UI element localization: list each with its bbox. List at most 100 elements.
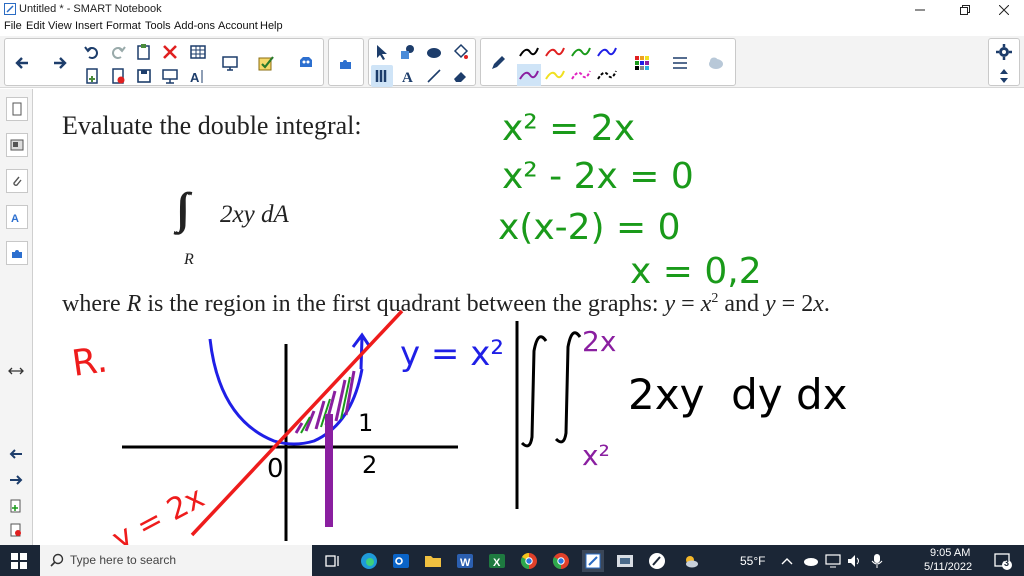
clock-time[interactable]: 9:05 AM (930, 547, 970, 559)
text-tool[interactable]: A (397, 65, 419, 87)
excel-app[interactable]: X (486, 550, 508, 572)
paperclip-icon (13, 176, 22, 186)
toolbar-group-addons (328, 38, 364, 86)
gallery-tab[interactable] (6, 133, 28, 157)
text-tool-button[interactable]: A (187, 65, 209, 87)
paste-button[interactable] (133, 41, 155, 63)
fill-tool[interactable] (423, 41, 445, 63)
chrome-icon (520, 552, 537, 570)
panel-resize-handle[interactable] (8, 364, 24, 378)
pen-blue[interactable] (595, 41, 619, 63)
curve-label-y-x2: y = x² (400, 334, 504, 374)
delete-page-button[interactable] (107, 65, 129, 87)
attachments-tab[interactable] (6, 169, 28, 193)
pen-tool[interactable] (371, 65, 393, 87)
double-arrow-icon (8, 367, 24, 375)
chevron-up-icon (781, 558, 793, 565)
pen-green[interactable] (569, 41, 593, 63)
menu-help[interactable]: Help (260, 20, 283, 32)
add-page-side-button[interactable] (8, 499, 24, 513)
task-view-button[interactable] (322, 550, 344, 572)
clock-date[interactable]: 5/11/2022 (924, 561, 972, 573)
network-button[interactable] (822, 550, 844, 572)
line-style-button[interactable] (669, 52, 691, 74)
menu-insert[interactable]: Insert (75, 20, 103, 32)
add-page-button[interactable] (81, 65, 103, 87)
save-button[interactable] (133, 65, 155, 87)
monitor-network-icon (825, 554, 841, 568)
outlook-icon (393, 554, 409, 568)
add-ons-button[interactable] (335, 52, 357, 74)
next-page-button[interactable] (8, 473, 24, 487)
eraser-tool[interactable] (449, 65, 471, 87)
menu-file[interactable]: File (4, 20, 22, 32)
notification-center-button[interactable]: 3 (992, 550, 1014, 572)
page-sorter-tab[interactable] (6, 97, 28, 121)
forward-button[interactable] (49, 52, 71, 74)
menu-view[interactable]: View (48, 20, 72, 32)
fill-effects-button[interactable] (705, 52, 727, 74)
shapes-tool[interactable] (397, 41, 419, 63)
integral-upper-limit: 2x (582, 325, 616, 358)
previous-page-button[interactable] (8, 447, 24, 461)
chrome-app[interactable] (518, 550, 540, 572)
redo-button[interactable] (107, 41, 129, 63)
text-cursor-icon: A (190, 70, 203, 85)
pen-black[interactable] (517, 41, 541, 63)
paint-bucket-tool[interactable] (449, 41, 471, 63)
taskbar-search-box[interactable]: Type here to search (40, 545, 312, 576)
activity-builder-button[interactable] (255, 52, 277, 74)
pen-red[interactable] (543, 41, 567, 63)
volume-button[interactable] (844, 550, 866, 572)
pen-app[interactable] (646, 550, 668, 572)
edge-app[interactable] (358, 550, 380, 572)
toolbar-group-file: A (4, 38, 324, 86)
smart-notebook-app-active[interactable] (582, 550, 604, 572)
pen-stroke-black-icon (519, 47, 539, 57)
pen-magenta-dashed[interactable] (569, 64, 593, 86)
onedrive-cloud-icon (804, 558, 818, 566)
arrow-left-icon (15, 57, 28, 69)
chrome-app-2[interactable] (550, 550, 572, 572)
notebook-page-canvas[interactable]: Evaluate the double integral: ∫∫ R 2xy d… (34, 89, 1024, 545)
delete-button[interactable] (159, 41, 181, 63)
file-explorer-app[interactable] (422, 550, 444, 572)
menu-account[interactable]: Account (218, 20, 258, 32)
minimize-button[interactable] (900, 0, 940, 19)
weather-widget[interactable] (680, 550, 702, 572)
toolbar-position-button[interactable] (993, 65, 1015, 87)
pen-type-button[interactable] (487, 52, 509, 74)
restore-button[interactable] (945, 0, 985, 19)
svg-text:A: A (190, 70, 200, 85)
smart-monster-button[interactable] (295, 52, 317, 74)
close-button[interactable] (984, 0, 1024, 19)
page-icon (12, 102, 22, 116)
screen-shade-button[interactable] (159, 65, 181, 87)
menu-edit[interactable]: Edit (26, 20, 45, 32)
delete-page-side-button[interactable] (8, 523, 24, 537)
insert-table-button[interactable] (187, 41, 209, 63)
onedrive-icon-button[interactable] (800, 550, 822, 572)
mic-button[interactable] (866, 550, 888, 572)
color-palette-button[interactable] (631, 52, 653, 74)
properties-tab[interactable]: A (6, 205, 28, 229)
word-app[interactable]: W (454, 550, 476, 572)
addons-tab[interactable] (6, 241, 28, 265)
line-tool[interactable] (423, 65, 445, 87)
pen-purple-selected[interactable] (517, 64, 541, 86)
menu-tools[interactable]: Tools (145, 20, 171, 32)
back-button[interactable] (11, 52, 33, 74)
undo-button[interactable] (81, 41, 103, 63)
start-button[interactable] (8, 550, 30, 572)
media-app[interactable] (614, 550, 636, 572)
select-tool[interactable] (371, 41, 393, 63)
pen-black-dashed[interactable] (595, 64, 619, 86)
menu-format[interactable]: Format (106, 20, 141, 32)
settings-button[interactable] (993, 41, 1015, 63)
display-screen-button[interactable] (219, 52, 241, 74)
menu-addons[interactable]: Add-ons (174, 20, 215, 32)
pen-yellow[interactable] (543, 64, 567, 86)
microphone-icon (871, 554, 883, 568)
outlook-app[interactable] (390, 550, 412, 572)
show-hidden-icons-button[interactable] (776, 550, 798, 572)
